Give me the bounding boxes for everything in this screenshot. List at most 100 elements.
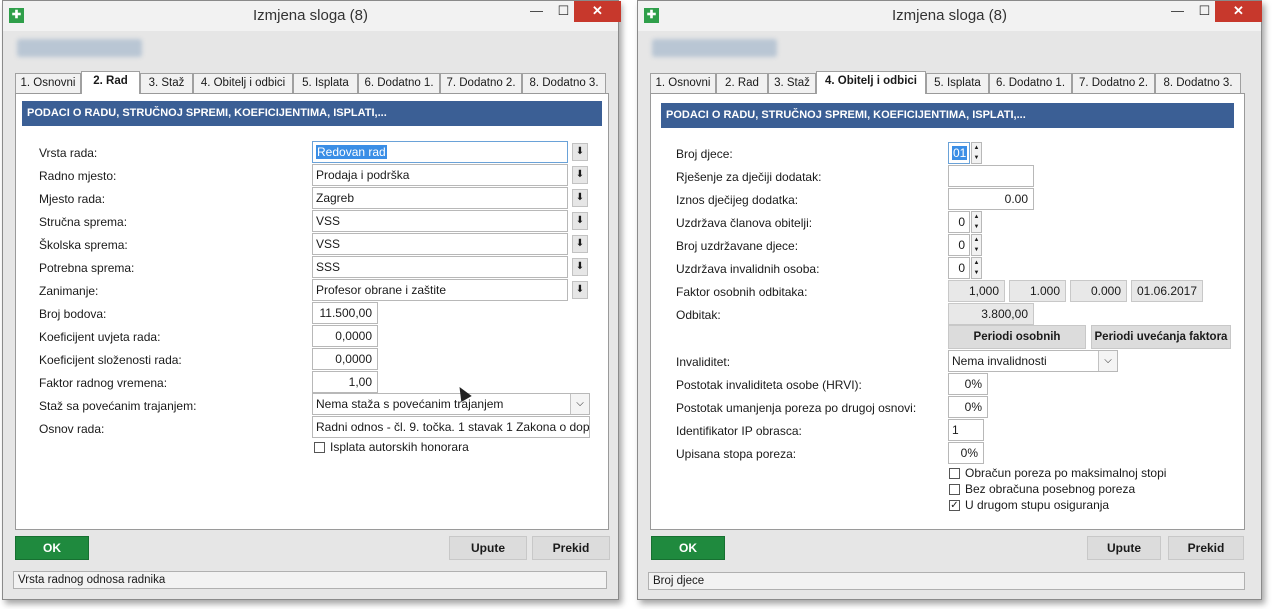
faktor-odbitaka-1: 1,000 <box>948 280 1005 302</box>
tab-obitelj[interactable]: 4. Obitelj i odbici <box>193 73 293 93</box>
drugi-stup-checkbox[interactable]: ✓ <box>949 500 960 511</box>
label-broj-bodova: Broj bodova: <box>39 307 107 321</box>
prekid-button[interactable]: Prekid <box>532 536 610 560</box>
label-bez-posebnog: Bez obračuna posebnog poreza <box>965 482 1136 496</box>
spin-updown-icon[interactable]: ▲ ▼ <box>971 142 982 164</box>
title-bar[interactable]: ✚ Izmjena sloga (8) — ☐ ✕ <box>638 1 1262 31</box>
prekid-button[interactable]: Prekid <box>1168 536 1244 560</box>
postotak-inv-input[interactable]: 0% <box>948 373 988 395</box>
download-icon[interactable]: ⬇ <box>572 258 588 276</box>
invaliditet-value: Nema invalidnosti <box>952 354 1047 368</box>
uzdrzava-clanova-input[interactable]: 0 <box>948 211 970 233</box>
ok-button[interactable]: OK <box>15 536 89 560</box>
tab-dodatno-1[interactable]: 6. Dodatno 1. <box>358 73 440 93</box>
tab-dodatno-2[interactable]: 7. Dodatno 2. <box>440 73 522 93</box>
staz-povecani-value: Nema staža s povećanim trajanjem <box>316 397 504 411</box>
tab-rad[interactable]: 2. Rad <box>81 71 140 94</box>
download-icon[interactable]: ⬇ <box>572 189 588 207</box>
maximize-button[interactable]: ☐ <box>550 1 577 22</box>
broj-djece-value: 01 <box>952 146 968 160</box>
download-icon[interactable]: ⬇ <box>572 212 588 230</box>
mjesto-rada-input[interactable]: Zagreb <box>312 187 568 209</box>
tab-dodatno-1[interactable]: 6. Dodatno 1. <box>989 73 1072 93</box>
label-postotak-umanjenja: Postotak umanjenja poreza po drugoj osno… <box>676 401 917 415</box>
autorski-checkbox[interactable] <box>314 442 325 453</box>
chevron-down-icon[interactable]: ⌵ <box>1098 351 1117 371</box>
broj-djece-input[interactable]: 01 <box>948 142 970 164</box>
label-identifikator: Identifikator IP obrasca: <box>676 424 802 438</box>
tab-dodatno-3[interactable]: 8. Dodatno 3. <box>1155 73 1241 93</box>
minimize-button[interactable]: — <box>1164 1 1191 22</box>
zanimanje-input[interactable]: Profesor obrane i zaštite <box>312 279 568 301</box>
download-icon[interactable]: ⬇ <box>572 281 588 299</box>
tab-obitelj[interactable]: 4. Obitelj i odbici <box>816 71 926 94</box>
label-radno-mjesto: Radno mjesto: <box>39 169 117 183</box>
postotak-umanjenja-input[interactable]: 0% <box>948 396 988 418</box>
radno-mjesto-input[interactable]: Prodaja i podrška <box>312 164 568 186</box>
minimize-button[interactable]: — <box>523 1 550 22</box>
upute-button[interactable]: Upute <box>449 536 527 560</box>
periodi-odbitaka-button[interactable]: Periodi osobnih odbitaka <box>948 325 1086 365</box>
download-icon[interactable]: ⬇ <box>572 143 588 161</box>
koef-uvjeta-input[interactable]: 0,0000 <box>312 325 378 347</box>
faktor-odbitaka-3: 0.000 <box>1070 280 1127 302</box>
vrsta-rada-input[interactable]: Redovan rad <box>312 141 568 163</box>
spin-updown-icon[interactable]: ▲ ▼ <box>971 211 982 233</box>
tab-staz[interactable]: 3. Staž <box>140 73 193 93</box>
label-faktor-vremena: Faktor radnog vremena: <box>39 376 168 390</box>
tab-osnovni[interactable]: 1. Osnovni <box>15 73 81 93</box>
upute-button[interactable]: Upute <box>1087 536 1161 560</box>
tab-rad[interactable]: 2. Rad <box>716 73 768 93</box>
download-icon[interactable]: ⬇ <box>572 166 588 184</box>
label-rjesenje: Rješenje za dječiji dodatak: <box>676 170 822 184</box>
potrebna-sprema-input[interactable]: SSS <box>312 256 568 278</box>
dialog-window-obitelj: ✚ Izmjena sloga (8) — ☐ ✕ 1. Osnovni 2. … <box>637 0 1262 600</box>
tab-osnovni[interactable]: 1. Osnovni <box>650 73 716 93</box>
invaliditet-select[interactable]: Nema invalidnosti ⌵ <box>948 350 1118 372</box>
tab-dodatno-3[interactable]: 8. Dodatno 3. <box>522 73 606 93</box>
iznos-input[interactable]: 0.00 <box>948 188 1034 210</box>
label-drugi-stup: U drugom stupu osiguranja <box>965 498 1110 512</box>
faktor-vremena-input[interactable]: 1,00 <box>312 371 378 393</box>
skolska-sprema-input[interactable]: VSS <box>312 233 568 255</box>
label-uzdrzava-invalidnih: Uzdržava invalidnih osoba: <box>676 262 820 276</box>
close-button[interactable]: ✕ <box>574 1 621 22</box>
strucna-sprema-input[interactable]: VSS <box>312 210 568 232</box>
identifikator-input[interactable]: 1 <box>948 419 984 441</box>
tab-isplata[interactable]: 5. Isplata <box>293 73 358 93</box>
label-koef-slozenosti: Koeficijent složenosti rada: <box>39 353 182 367</box>
label-postotak-inv: Postotak invaliditeta osobe (HRVI): <box>676 378 862 392</box>
spin-updown-icon[interactable]: ▲ ▼ <box>971 257 982 279</box>
koef-slozenosti-input[interactable]: 0,0000 <box>312 348 378 370</box>
spin-updown-icon[interactable]: ▲ ▼ <box>971 234 982 256</box>
title-bar[interactable]: ✚ Izmjena sloga (8) — ☐ ✕ <box>3 1 621 31</box>
maksimalna-stopa-checkbox[interactable] <box>949 468 960 479</box>
dialog-window-rad: ✚ Izmjena sloga (8) — ☐ ✕ 1. Osnovni 2. … <box>2 0 621 600</box>
employee-name-blurred <box>652 39 777 57</box>
tab-isplata[interactable]: 5. Isplata <box>926 73 989 93</box>
label-vrsta-rada: Vrsta rada: <box>39 146 98 160</box>
tab-dodatno-2[interactable]: 7. Dodatno 2. <box>1072 73 1155 93</box>
stopa-input[interactable]: 0% <box>948 442 984 464</box>
rjesenje-input[interactable] <box>948 165 1034 187</box>
download-icon[interactable]: ⬇ <box>572 235 588 253</box>
periodi-faktora-button[interactable]: Periodi uvećanja faktora <box>1091 325 1231 349</box>
section-header: PODACI O RADU, STRUČNOJ SPREMI, KOEFICIJ… <box>661 103 1234 128</box>
broj-bodova-input[interactable]: 11.500,00 <box>312 302 378 324</box>
label-odbitak: Odbitak: <box>676 308 721 322</box>
label-osnov-rada: Osnov rada: <box>39 422 105 436</box>
close-button[interactable]: ✕ <box>1215 1 1262 22</box>
chevron-down-icon[interactable]: ⌵ <box>570 394 589 414</box>
label-potrebna-sprema: Potrebna sprema: <box>39 261 135 275</box>
label-broj-uzdrzavane: Broj uzdržavane djece: <box>676 239 799 253</box>
ok-button[interactable]: OK <box>651 536 725 560</box>
label-invaliditet: Invaliditet: <box>676 355 731 369</box>
tab-staz[interactable]: 3. Staž <box>768 73 816 93</box>
bez-posebnog-checkbox[interactable] <box>949 484 960 495</box>
label-autorski: Isplata autorskih honorara <box>330 440 469 454</box>
osnov-rada-input[interactable]: Radni odnos - čl. 9. točka. 1 stavak 1 Z… <box>312 416 590 438</box>
staz-povecani-select[interactable]: Nema staža s povećanim trajanjem ⌵ <box>312 393 590 415</box>
broj-uzdrzavane-input[interactable]: 0 <box>948 234 970 256</box>
maximize-button[interactable]: ☐ <box>1191 1 1218 22</box>
uzdrzava-invalidnih-input[interactable]: 0 <box>948 257 970 279</box>
